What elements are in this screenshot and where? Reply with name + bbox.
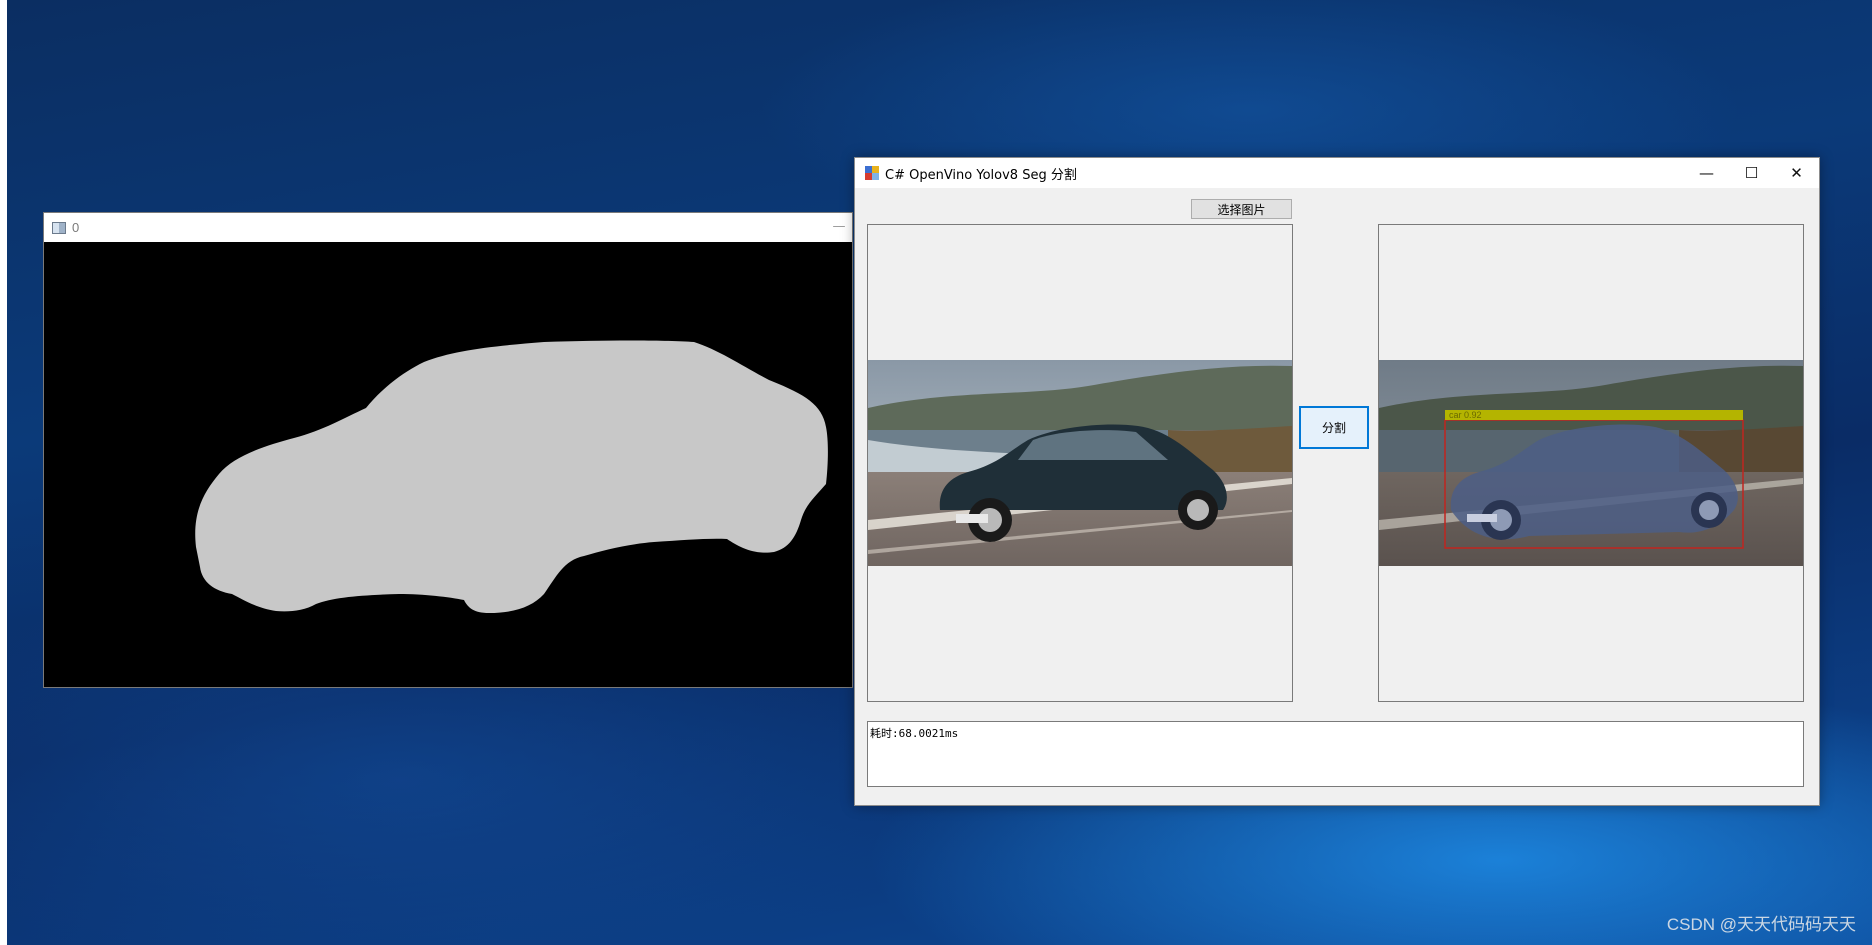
minimize-button[interactable]: — [1684,158,1729,188]
app-icon [865,166,879,180]
minimize-icon[interactable]: — [832,219,846,234]
app-titlebar[interactable]: C# OpenVino Yolov8 Seg 分割 — ☐ ✕ [855,158,1819,188]
source-image-picturebox[interactable] [867,224,1293,702]
segmentation-mask-canvas [44,242,852,687]
detection-label: car 0.92 [1449,410,1482,420]
window-app-icon [52,221,66,234]
mask-window-title: 0 [72,220,80,235]
select-image-button[interactable]: 选择图片 [1191,199,1292,219]
result-car-photo: car 0.92 [1379,360,1803,566]
maximize-button[interactable]: ☐ [1729,158,1774,188]
mask-preview-window[interactable]: 0 — [43,212,853,688]
app-title: C# OpenVino Yolov8 Seg 分割 [885,167,1077,183]
segment-button[interactable]: 分割 [1299,406,1369,449]
inference-time-output[interactable]: 耗时:68.0021ms [867,721,1804,787]
close-button[interactable]: ✕ [1774,158,1819,188]
csdn-watermark: CSDN @天天代码码天天 [1666,915,1856,934]
source-car-photo [868,360,1292,566]
mask-window-titlebar[interactable]: 0 — [44,213,852,242]
car-mask-silhouette [195,340,828,613]
window-controls: — ☐ ✕ [1684,158,1819,188]
desktop-edge-strip [0,0,7,945]
result-image-picturebox[interactable]: car 0.92 [1378,224,1804,702]
yolov8-seg-app-window[interactable]: C# OpenVino Yolov8 Seg 分割 — ☐ ✕ 选择图片 分割 … [854,157,1820,806]
